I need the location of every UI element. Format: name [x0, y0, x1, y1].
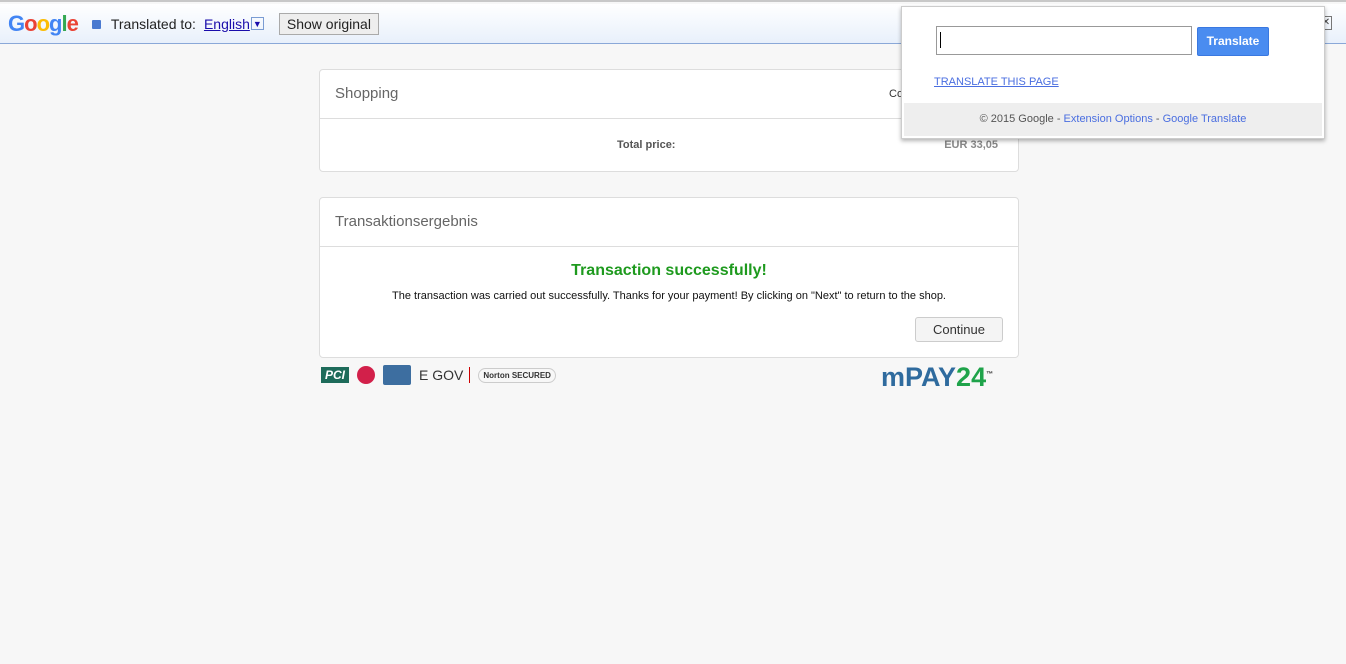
- mpay24-logo: mPAY24™: [881, 362, 994, 392]
- total-price-label: Total price:: [617, 139, 676, 151]
- trust-logos: PCI E GOV Norton SECURED: [321, 365, 556, 385]
- google-translate-link[interactable]: Google Translate: [1163, 113, 1247, 125]
- translate-popup: Translate TRANSLATE THIS PAGE © 2015 Goo…: [901, 6, 1325, 139]
- pci-logo: PCI: [321, 367, 350, 383]
- total-price-value: EUR 33,05: [944, 139, 998, 151]
- google-logo: Google: [8, 10, 79, 36]
- continue-button[interactable]: Continue: [914, 317, 1003, 342]
- separator: -: [1152, 113, 1163, 125]
- egov-logo: E GOV: [419, 367, 471, 383]
- language-dropdown-icon[interactable]: ▼: [250, 17, 264, 30]
- seal-logo: [357, 366, 376, 384]
- extension-options-link[interactable]: Extension Options: [1064, 113, 1153, 125]
- show-original-button[interactable]: Show original: [278, 12, 379, 35]
- result-panel: Transaktionsergebnis Transaction success…: [319, 197, 1019, 358]
- popup-footer: © 2015 Google - Extension Options - Goog…: [904, 103, 1322, 136]
- translate-input[interactable]: [936, 26, 1192, 55]
- eu-seal-logo: [383, 365, 412, 385]
- success-message: The transaction was carried out successf…: [392, 290, 946, 302]
- translated-to-label: Translated to:: [110, 15, 196, 32]
- language-link[interactable]: English: [204, 16, 250, 32]
- result-title: Transaktionsergebnis: [320, 198, 1018, 247]
- success-headline: Transaction successfully!: [571, 262, 767, 279]
- norton-logo: Norton SECURED: [478, 367, 556, 383]
- copyright: © 2015 Google -: [979, 113, 1064, 125]
- translate-this-page-link[interactable]: TRANSLATE THIS PAGE: [934, 76, 1059, 88]
- lock-icon: [91, 20, 101, 29]
- translate-button[interactable]: Translate: [1197, 27, 1269, 56]
